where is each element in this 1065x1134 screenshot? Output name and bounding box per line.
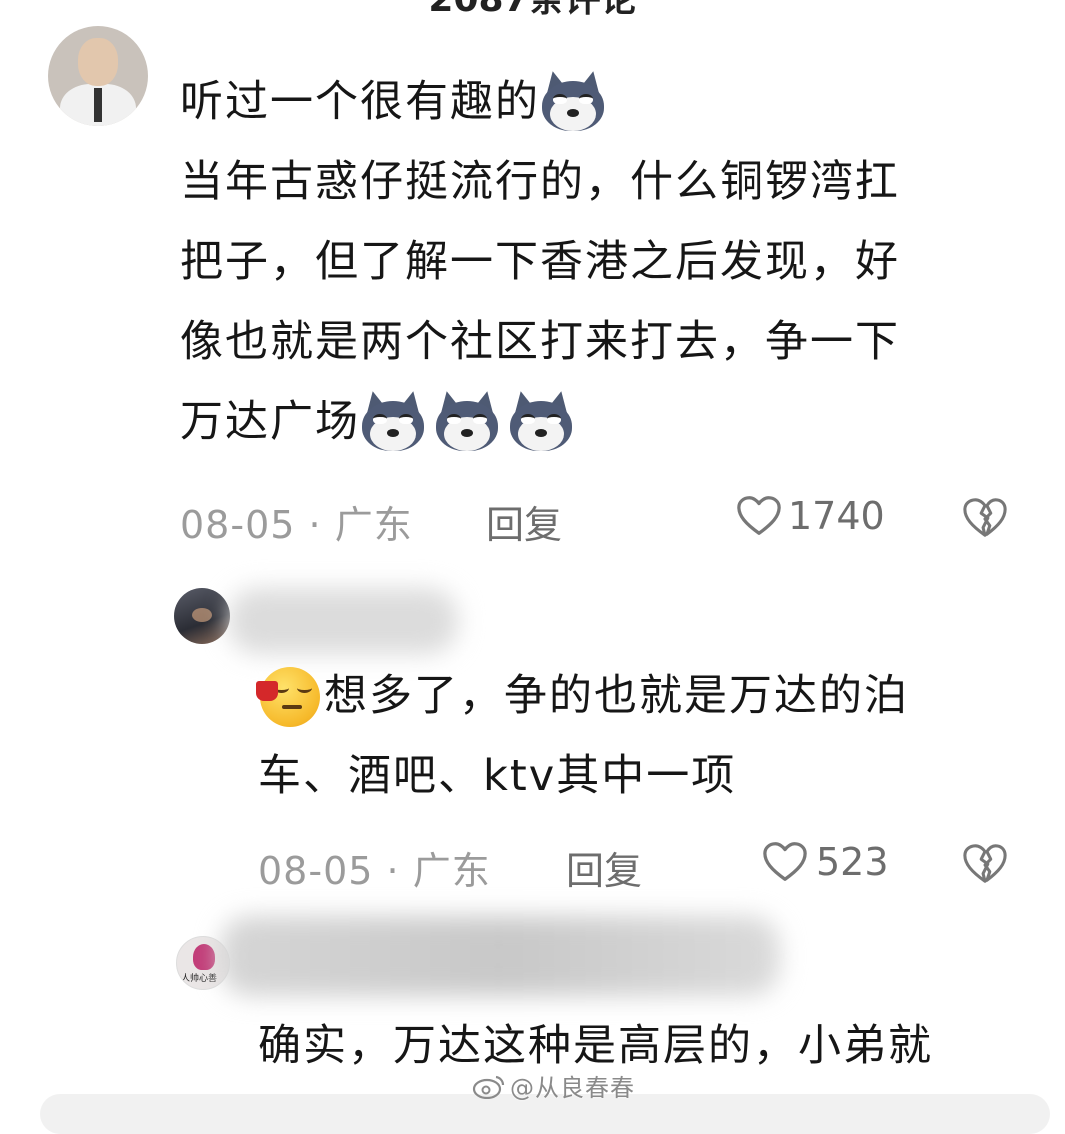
comment-count-title: 2087条评论 xyxy=(0,0,1065,22)
comment-date: 08-05 xyxy=(180,503,296,547)
comment-line-1: 听过一个很有趣的 xyxy=(180,77,540,127)
husky-emoji-icon xyxy=(434,388,500,453)
avatar[interactable] xyxy=(174,588,230,644)
like-button[interactable]: 523 xyxy=(762,840,889,884)
comment-line-2: 当年古惑仔挺流行的，什么铜锣湾扛 xyxy=(180,157,900,207)
comment-line-5: 万达广场 xyxy=(180,397,360,447)
husky-emoji-icon xyxy=(360,388,426,453)
watermark-text: @从良春春 xyxy=(510,1074,635,1102)
reply-button[interactable]: 回复 xyxy=(486,494,562,549)
comment-text: 听过一个很有趣的 当年古惑仔挺流行的，什么铜锣湾扛 把子，但了解一下香港之后发现… xyxy=(180,62,900,462)
meta-separator: · xyxy=(308,503,335,547)
reply-button[interactable]: 回复 xyxy=(566,840,642,895)
watermark: @从良春春 xyxy=(472,1068,635,1103)
sly-face-wine-emoji-icon xyxy=(256,663,324,727)
avatar[interactable] xyxy=(48,26,148,126)
comment-line-4: 像也就是两个社区打来打去，争一下 xyxy=(180,317,900,367)
reply-text: 想多了，争的也就是万达的泊 车、酒吧、ktv其中一项 xyxy=(256,656,909,816)
blurred-username xyxy=(228,588,458,654)
reply-date: 08-05 xyxy=(258,849,374,893)
meta-separator: · xyxy=(386,849,413,893)
reply-line-1: 想多了，争的也就是万达的泊 xyxy=(324,671,909,721)
heart-icon xyxy=(763,842,807,881)
blurred-username xyxy=(220,916,780,996)
dislike-broken-heart-icon[interactable] xyxy=(962,496,1008,540)
reply-meta: 08-05 · 广东 xyxy=(258,840,491,895)
husky-emoji-icon xyxy=(508,388,574,453)
like-button[interactable]: 1740 xyxy=(736,494,885,538)
husky-emoji-icon xyxy=(540,68,606,133)
comment-meta: 08-05 · 广东 xyxy=(180,494,413,549)
like-count: 1740 xyxy=(788,494,885,538)
like-count: 523 xyxy=(816,840,889,884)
comment-line-3: 把子，但了解一下香港之后发现，好 xyxy=(180,237,900,287)
dislike-broken-heart-icon[interactable] xyxy=(962,842,1008,886)
reply-line-2: 车、酒吧、ktv其中一项 xyxy=(258,751,737,801)
heart-icon xyxy=(737,496,781,535)
weibo-logo-icon xyxy=(472,1075,505,1099)
comment-location: 广东 xyxy=(334,503,413,547)
avatar-caption: 人帅心善 xyxy=(181,974,218,984)
reply-location: 广东 xyxy=(412,849,491,893)
